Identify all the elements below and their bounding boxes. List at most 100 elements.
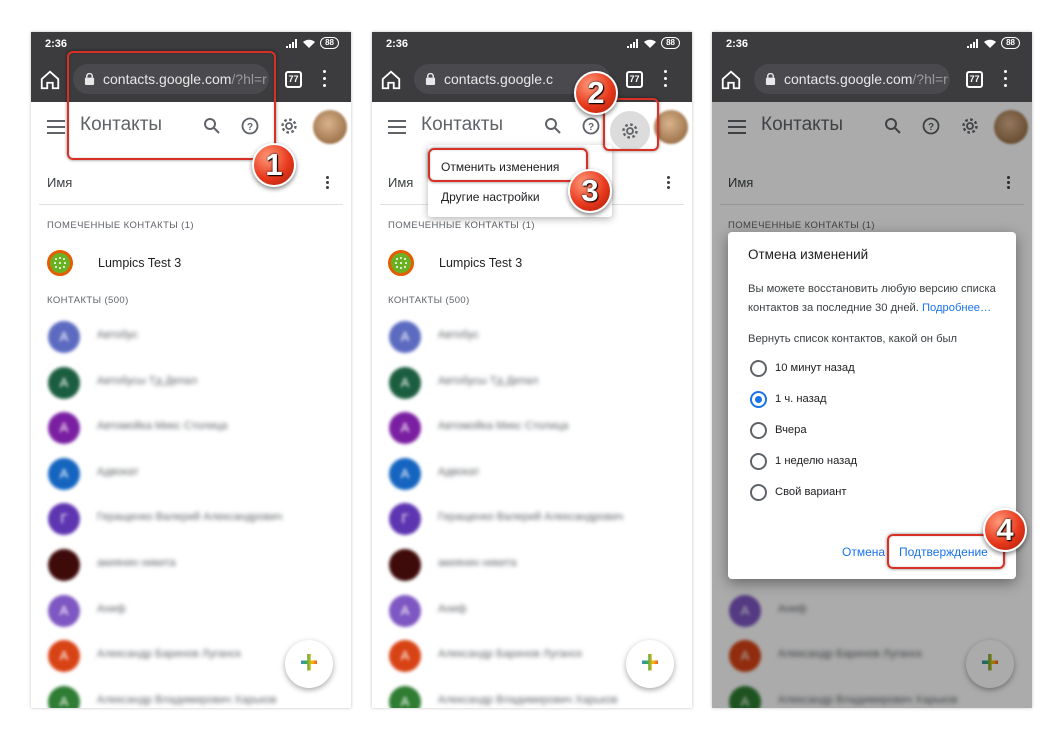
hamburger-menu-icon[interactable] [47, 120, 65, 134]
contact-row[interactable]: А Автомойка Микс Столица [31, 406, 351, 452]
dialog-title: Отмена изменений [748, 247, 869, 262]
contact-name: Александр Баринов Луганск [438, 648, 582, 661]
contact-row[interactable]: А Автобус [372, 315, 692, 361]
contact-row[interactable]: акиянин никита [31, 543, 351, 589]
contact-row[interactable]: А Автобусы Тд Депал [31, 361, 351, 407]
contact-row[interactable]: А Адвокат [31, 452, 351, 498]
radio-option[interactable]: Вчера [750, 421, 980, 441]
contact-avatar: А [48, 640, 80, 673]
radio-option[interactable]: 1 неделю назад [750, 452, 980, 472]
contact-name: Автомойка Микс Столица [97, 420, 228, 433]
status-bar: 2:36 88 [712, 32, 1032, 56]
tab-switcher-button[interactable]: 77 [626, 71, 643, 88]
starred-contact-row[interactable]: Lumpics Test 3 [47, 248, 347, 278]
callout-highlight-address-bar [67, 51, 276, 160]
contact-row[interactable]: А Автомойка Микс Столица [372, 406, 692, 452]
address-bar[interactable]: contacts.google.com/?hl=r [754, 64, 950, 94]
cancel-button[interactable]: Отмена [842, 545, 885, 559]
status-time: 2:36 [726, 38, 749, 50]
contact-row[interactable]: А Аниф [31, 589, 351, 635]
add-contact-fab[interactable]: + [626, 640, 674, 688]
starred-contact-row[interactable]: Lumpics Test 3 [388, 248, 688, 278]
home-icon[interactable] [380, 69, 402, 91]
contact-name: акиянин никита [438, 556, 517, 569]
contact-row[interactable]: Г Геращенко Валерий Александрович [31, 497, 351, 543]
tab-switcher-button[interactable]: 77 [285, 71, 302, 88]
contact-name: Аниф [438, 602, 467, 615]
wifi-icon [644, 39, 657, 48]
home-icon[interactable] [39, 69, 61, 91]
phone-screen-3: 2:36 88 contacts.google.com/?hl=r 77 Кон… [712, 32, 1032, 708]
url-path: /?hl=r [912, 71, 948, 87]
contact-avatar: А [389, 594, 421, 627]
contact-row[interactable]: А Аниф [372, 589, 692, 635]
home-icon[interactable] [720, 69, 742, 91]
settings-gear-icon[interactable] [279, 116, 299, 136]
account-avatar[interactable] [654, 110, 688, 144]
contact-row[interactable]: А Автобусы Тд Депал [372, 361, 692, 407]
contact-avatar: А [389, 457, 421, 490]
contact-name: Lumpics Test 3 [439, 256, 523, 270]
lock-icon [425, 73, 436, 85]
radio-option[interactable]: Свой вариант [750, 483, 980, 503]
browser-toolbar: contacts.google.c 77 [372, 56, 692, 102]
radio-label: 1 ч. назад [775, 393, 827, 405]
contact-name: Lumpics Test 3 [98, 256, 182, 270]
battery-icon: 88 [661, 37, 680, 49]
radio-unselected-icon[interactable] [750, 360, 767, 377]
contact-avatar: Г [48, 503, 80, 536]
search-icon[interactable] [543, 116, 563, 136]
contact-avatar: А [389, 366, 421, 399]
wifi-icon [303, 39, 316, 48]
radio-unselected-icon[interactable] [750, 453, 767, 470]
list-options-icon[interactable] [326, 176, 330, 191]
contact-name: Автобусы Тд Депал [438, 374, 539, 387]
help-icon[interactable]: ? [581, 116, 601, 136]
contact-avatar: А [48, 685, 80, 708]
add-contact-fab[interactable]: + [285, 640, 333, 688]
contact-name: Аниф [97, 602, 126, 615]
radio-selected-icon[interactable] [750, 391, 767, 408]
signal-icon [967, 38, 979, 48]
contact-avatar: А [389, 640, 421, 673]
contact-name: Геращенко Валерий Александрович [438, 511, 624, 524]
status-icons: 88 [627, 37, 680, 49]
contact-row[interactable]: Г Геращенко Валерий Александрович [372, 497, 692, 543]
contact-avatar: А [48, 321, 80, 353]
tab-switcher-button[interactable]: 77 [966, 71, 983, 88]
radio-option[interactable]: 1 ч. назад [750, 390, 980, 410]
radio-option[interactable]: 10 минут назад [750, 359, 980, 379]
step-badge-3: 3 [568, 169, 612, 213]
contact-name: Александр Баринов Луганск [97, 648, 241, 661]
battery-icon: 88 [1001, 37, 1020, 49]
lime-avatar-icon [47, 250, 73, 276]
status-bar: 2:36 88 [372, 32, 692, 56]
learn-more-link[interactable]: Подробнее… [922, 302, 991, 314]
contact-row[interactable]: А Адвокат [372, 452, 692, 498]
radio-unselected-icon[interactable] [750, 484, 767, 501]
browser-menu-button[interactable] [323, 70, 327, 88]
browser-menu-button[interactable] [664, 70, 668, 88]
sort-name-label: Имя [47, 175, 73, 190]
contact-row[interactable]: акиянин никита [372, 543, 692, 589]
contact-name: Адвокат [438, 465, 480, 478]
contact-avatar: А [389, 412, 421, 445]
list-options-icon[interactable] [667, 176, 671, 191]
contact-avatar: А [48, 412, 80, 445]
account-avatar[interactable] [313, 110, 347, 144]
contact-name: Адвокат [97, 465, 139, 478]
hamburger-menu-icon[interactable] [388, 120, 406, 134]
radio-unselected-icon[interactable] [750, 422, 767, 439]
lime-avatar-icon [388, 250, 414, 276]
url-host: contacts.google.com [784, 71, 913, 87]
contact-name: Автобус [438, 329, 479, 341]
wifi-icon [984, 39, 997, 48]
dialog-question: Вернуть список контактов, какой он был [748, 333, 958, 345]
contact-row[interactable]: А Автобус [31, 315, 351, 361]
section-starred-header: ПОМЕЧЕННЫЕ КОНТАКТЫ (1) [47, 220, 194, 231]
signal-icon [286, 38, 298, 48]
step-badge-2: 2 [574, 71, 618, 115]
signal-icon [627, 38, 639, 48]
browser-menu-button[interactable] [1004, 70, 1008, 88]
menu-item-other-settings[interactable]: Другие настройки [441, 190, 540, 204]
